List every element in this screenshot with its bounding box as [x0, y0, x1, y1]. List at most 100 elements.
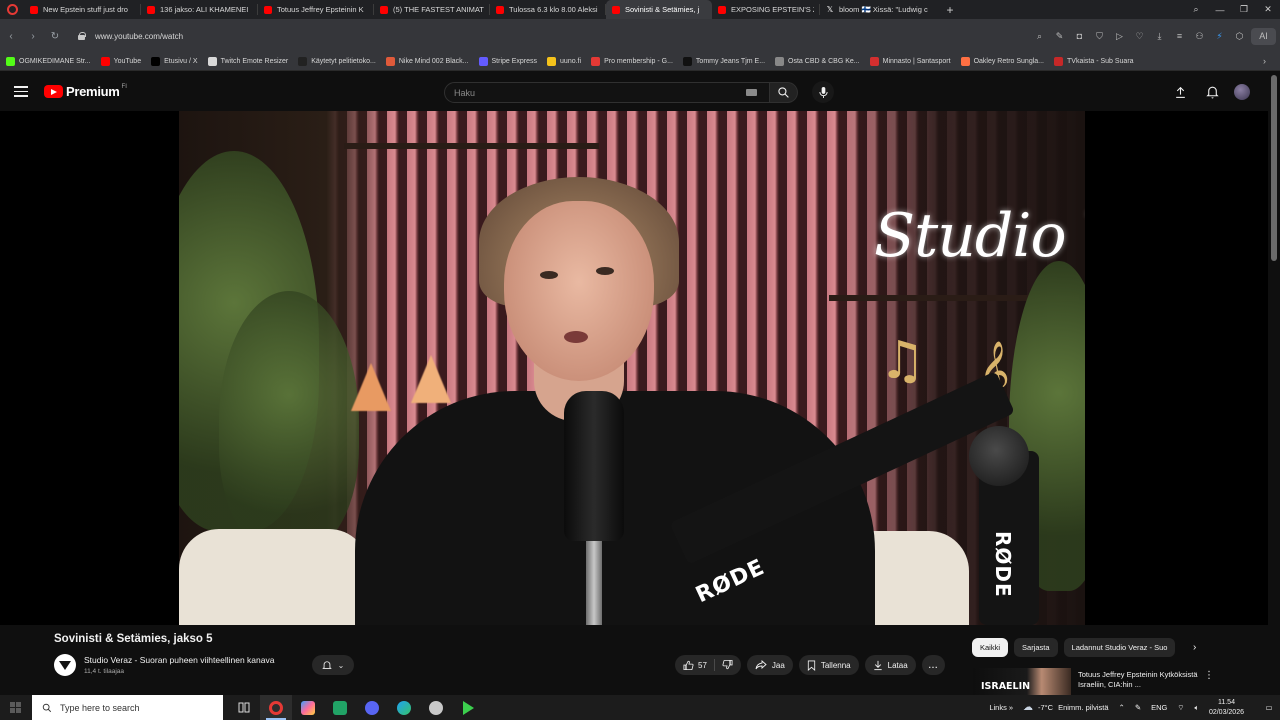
camera-icon[interactable]: ◘ — [1071, 28, 1088, 45]
hamburger-menu-icon[interactable] — [14, 86, 28, 97]
video-player[interactable]: ♫ 𝄞 Studio V RØDE RØDE — [0, 111, 1280, 625]
url-text[interactable]: www.youtube.com/watch — [95, 32, 183, 41]
heart-icon[interactable]: ♡ — [1131, 28, 1148, 45]
edit-icon[interactable]: ✎ — [1051, 28, 1068, 45]
keyboard-icon[interactable] — [746, 89, 757, 96]
opera-logo-icon[interactable] — [0, 0, 24, 19]
bookmark-item[interactable]: Nike Mind 002 Black... — [385, 57, 469, 66]
channel-name[interactable]: Studio Veraz - Suoran puheen viihteellin… — [84, 655, 274, 665]
bookmark-item[interactable]: Etusivu / X — [151, 57, 198, 66]
youtube-play-icon — [44, 85, 63, 98]
volume-icon[interactable]: 🔈︎ — [1194, 703, 1199, 713]
bookmark-item[interactable]: TVkaista - Sub Suara — [1054, 57, 1134, 66]
windows-start-icon[interactable] — [0, 695, 30, 720]
channel-avatar[interactable] — [54, 654, 76, 676]
profile-icon[interactable]: ⚇ — [1191, 28, 1208, 45]
youtube-premium-logo[interactable]: Premium FI — [44, 84, 127, 99]
subscribed-bell-button[interactable]: ⌄ — [312, 655, 354, 675]
clock[interactable]: 11.54 02/03/2026 — [1209, 698, 1244, 718]
spreadsheet-app-icon[interactable] — [324, 695, 356, 720]
chip-all[interactable]: Kaikki — [972, 638, 1009, 657]
bookmarks-overflow-chevron-icon[interactable]: › — [1263, 56, 1266, 66]
task-view-icon[interactable] — [228, 695, 260, 720]
youtube-favicon-icon — [612, 5, 620, 14]
forward-icon[interactable]: › — [22, 25, 44, 47]
new-tab-plus-icon[interactable]: + — [942, 2, 958, 18]
chip-from-series[interactable]: Sarjasta — [1014, 638, 1058, 657]
bookmark-item[interactable]: uuno.fi — [547, 57, 581, 66]
weather-widget[interactable]: ☁ -7°C Enimm. pilvistä — [1023, 702, 1109, 713]
recommended-video-thumbnail[interactable]: ISRAELIN — [973, 668, 1071, 695]
browser-tab[interactable]: Totuus Jeffrey Epsteinin K — [258, 0, 374, 19]
share-button[interactable]: Jaa — [746, 655, 793, 675]
chevron-right-icon[interactable]: › — [1193, 642, 1196, 653]
browser-tab[interactable]: New Epstein stuff just dro — [24, 0, 141, 19]
edge-icon[interactable] — [388, 695, 420, 720]
close-window-icon[interactable]: ✕ — [1256, 0, 1280, 19]
bookmark-favicon-icon — [478, 57, 488, 66]
bookmark-item[interactable]: OGMIKEDIMANE Str... — [6, 57, 91, 66]
bookmark-item[interactable]: Minnasto | Santasport — [869, 57, 951, 66]
back-icon[interactable]: ‹ — [0, 25, 22, 47]
more-vertical-icon[interactable]: ⋮ — [1204, 670, 1214, 681]
download-icon[interactable]: ⤓ — [1151, 28, 1168, 45]
opera-taskbar-icon[interactable] — [260, 695, 292, 720]
shield-icon[interactable]: ⛉ — [1091, 28, 1108, 45]
browser-tab[interactable]: EXPOSING EPSTEIN'S ZOR — [712, 0, 820, 19]
bookmark-item[interactable]: Stripe Express — [478, 57, 537, 66]
search-icon[interactable]: ⌕ — [1031, 28, 1048, 45]
chip-uploaded-by[interactable]: Ladannut Studio Veraz - Suo — [1063, 638, 1176, 657]
like-button[interactable]: 57 — [683, 660, 707, 671]
taskbar-search[interactable] — [32, 695, 223, 720]
search-button[interactable] — [770, 82, 798, 103]
upload-icon[interactable] — [1170, 82, 1190, 102]
recommended-video-title[interactable]: Totuus Jeffrey Epsteinin Kytköksistä Isr… — [1078, 670, 1200, 690]
extension-icon[interactable]: ⚡ — [1211, 28, 1228, 45]
menu-icon[interactable]: ≡ — [1171, 28, 1188, 45]
boom-arm-vertical-brand: RØDE — [991, 531, 1015, 598]
save-button[interactable]: Tallenna — [798, 655, 859, 675]
chevron-double-right-icon[interactable]: » — [1009, 703, 1013, 712]
notifications-bell-icon[interactable] — [1202, 82, 1222, 102]
bookmark-item[interactable]: Pro membership - G... — [591, 57, 673, 66]
browser-tab[interactable]: 136 jakso: ALI KHAMENEI — [141, 0, 258, 19]
browser-tab[interactable]: 𝕏bloom 🇫🇮 Xissä: "Ludwig c — [820, 0, 938, 19]
media-app-icon[interactable] — [452, 695, 484, 720]
more-actions-button[interactable]: ... — [921, 655, 946, 675]
search-tabs-icon[interactable]: ⌕ — [1184, 0, 1208, 19]
account-avatar[interactable] — [1234, 84, 1250, 100]
browser-tab[interactable]: Tulossa 6.3 klo 8.00 Aleksi — [490, 0, 606, 19]
browser-tab[interactable]: (5) THE FASTEST ANIMATI — [374, 0, 490, 19]
language-indicator[interactable]: ENG — [1151, 703, 1167, 712]
dislike-button[interactable] — [722, 659, 733, 672]
restore-icon[interactable]: ❐ — [1232, 0, 1256, 19]
bookmark-item[interactable]: Tommy Jeans Tjm E... — [682, 57, 765, 66]
download-button[interactable]: Lataa — [864, 655, 916, 675]
pen-icon[interactable]: ✎ — [1135, 703, 1141, 712]
wifi-icon[interactable]: ⌔ — [1177, 703, 1184, 713]
scrollbar-thumb[interactable] — [1271, 75, 1277, 261]
bookmark-item[interactable]: Käytetyt pelitietoko... — [298, 57, 376, 66]
discord-icon[interactable] — [356, 695, 388, 720]
bookmark-item[interactable]: YouTube — [100, 57, 141, 66]
links-toolbar[interactable]: Links — [989, 703, 1007, 712]
voice-search-button[interactable] — [812, 81, 834, 103]
bookmarks-bar: OGMIKEDIMANE Str... YouTube Etusivu / X Twi… — [0, 53, 1280, 71]
taskbar-search-input[interactable] — [60, 702, 210, 713]
video-frame[interactable]: ♫ 𝄞 Studio V RØDE RØDE — [179, 111, 1085, 625]
browser-tab-active[interactable]: Sovinisti & Setämies, j — [606, 0, 712, 19]
design-app-icon[interactable] — [292, 695, 324, 720]
bookmark-item[interactable]: Twitch Emote Resizer — [207, 57, 288, 66]
bookmark-item[interactable]: Oakley Retro Sungla... — [960, 57, 1044, 66]
chevron-up-icon[interactable]: ⌃ — [1119, 703, 1125, 712]
cube-icon[interactable]: ⬡ — [1231, 28, 1248, 45]
steam-icon[interactable] — [420, 695, 452, 720]
minimize-icon[interactable]: — — [1208, 0, 1232, 19]
search-input[interactable] — [454, 87, 734, 98]
page-scrollbar[interactable] — [1268, 72, 1280, 695]
play-icon[interactable]: ▷ — [1111, 28, 1128, 45]
notification-center-icon[interactable]: ▭ — [1258, 695, 1280, 720]
reload-icon[interactable]: ↻ — [44, 25, 66, 47]
bookmark-item[interactable]: Osta CBD & CBG Ke... — [775, 57, 860, 66]
ai-button[interactable]: AI — [1251, 27, 1276, 45]
